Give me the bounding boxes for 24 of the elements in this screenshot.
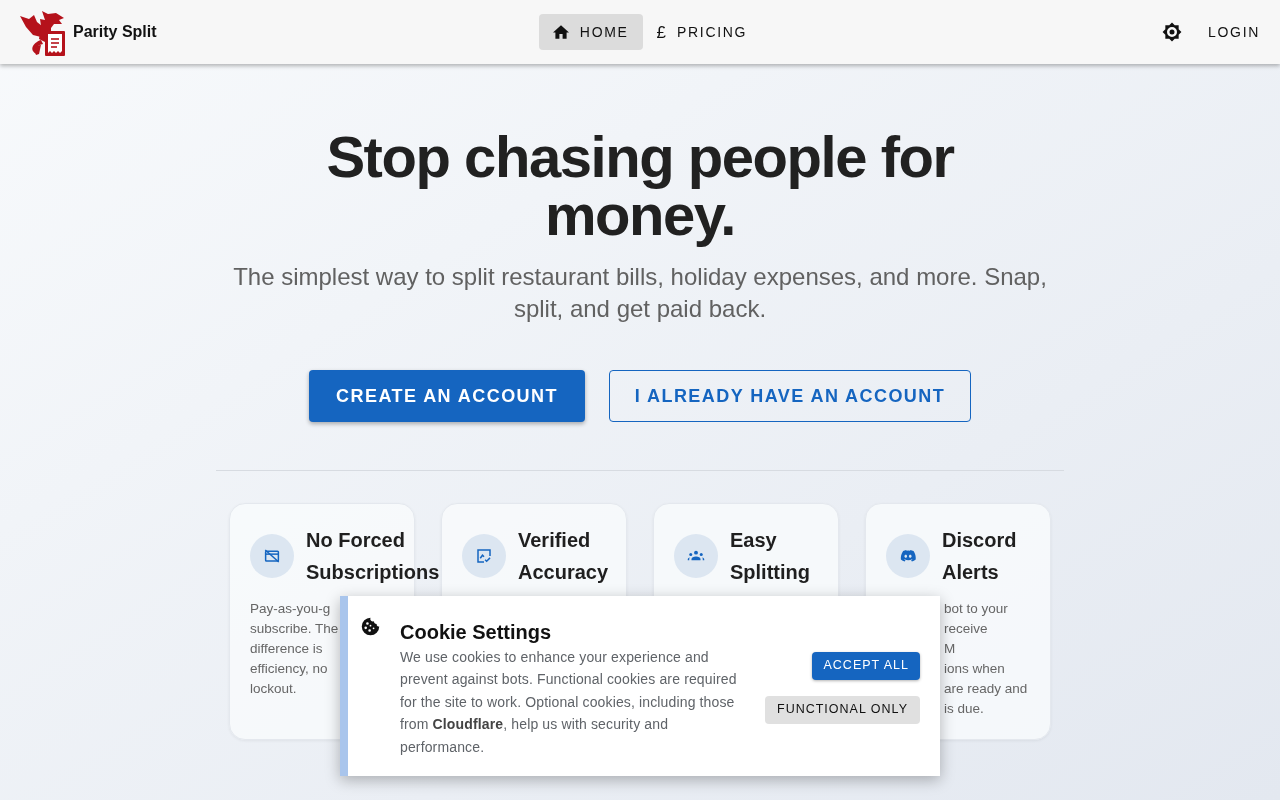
feature-title: Discord Alerts [942, 528, 1017, 585]
discord-icon [886, 534, 930, 578]
people-group-icon [674, 534, 718, 578]
login-button[interactable]: LOGIN [1200, 14, 1268, 50]
brand-name[interactable]: Parity Split [73, 20, 157, 44]
feature-title: Easy Splitting [730, 528, 810, 585]
cookie-title: Cookie Settings [400, 619, 553, 645]
accept-all-button[interactable]: ACCEPT ALL [812, 651, 920, 680]
dragon-logo [20, 8, 66, 56]
cookie-icon [360, 615, 381, 637]
credit-card-off-icon [250, 534, 294, 578]
feature-title: No Forced Subscriptions [306, 528, 440, 585]
hero-subtitle: The simplest way to split restaurant bills, holiday expenses, and more. Snap, split, and get paid back. [232, 262, 1048, 324]
feature-description: Pay-as-you-g subscribe. The difference is efficiency, no lockout. [250, 600, 339, 698]
feature-title: Verified Accuracy [518, 528, 609, 585]
functional-only-button[interactable]: FUNCTIONAL ONLY [765, 695, 920, 724]
create-account-button[interactable]: CREATE AN ACCOUNT [309, 370, 585, 422]
sign-in-button[interactable]: I ALREADY HAVE AN ACCOUNT [609, 370, 971, 422]
feature-description: bot to your receive M ions when are ready and is due. [944, 600, 1028, 718]
cookie-text: We use cookies to enhance your experience and prevent against bots. Functional cookies are required for the site to work. Optional cookies, including those from Cloudflare, help us with security and performance. [400, 647, 738, 757]
home-icon [552, 24, 569, 40]
chart-check-icon [462, 534, 506, 578]
nav-tab[interactable]: HOME [538, 14, 643, 50]
brightness-icon[interactable] [1162, 22, 1183, 42]
